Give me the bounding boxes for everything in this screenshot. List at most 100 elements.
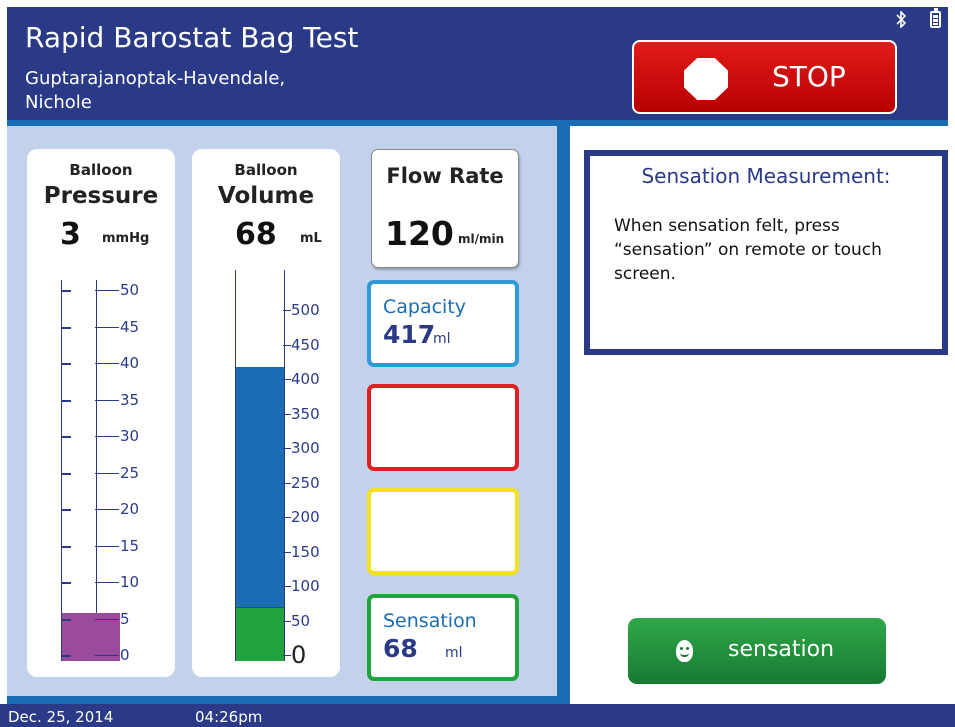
pressure-minor-tick: [61, 509, 71, 511]
capacity-label: Capacity: [383, 296, 467, 318]
volume-tick-label: 350: [291, 404, 320, 423]
patient-name-line1: Guptarajanoptak-Havendale,: [25, 68, 286, 89]
instructions-panel: Sensation Measurement: When sensation fe…: [584, 150, 948, 355]
pressure-minor-tick: [61, 655, 71, 657]
battery-icon: [930, 8, 941, 28]
volume-tick: [283, 310, 291, 311]
pressure-tick: [95, 472, 119, 474]
volume-tick: [283, 413, 291, 415]
pressure-tick-label: 25: [120, 463, 140, 482]
pressure-scale: [61, 280, 120, 661]
pressure-minor-tick: [61, 363, 71, 365]
volume-tick: [283, 482, 291, 484]
volume-tick: [283, 620, 291, 622]
sensation-unit: ml: [445, 645, 463, 661]
sensation-display: Sensation 68 ml: [367, 594, 519, 681]
patient-name: Guptarajanoptak-Havendale, Nichole: [25, 67, 355, 115]
bluetooth-icon: [895, 10, 907, 32]
volume-tick-label: 500: [291, 301, 320, 319]
pressure-minor-tick: [61, 472, 71, 475]
pressure-unit: mmHg: [102, 231, 150, 246]
pressure-tick-label: 45: [120, 317, 140, 336]
flow-rate-unit: ml/min: [458, 232, 505, 246]
footer-date: Dec. 25, 2014: [8, 708, 114, 726]
pressure-tick: [95, 290, 119, 291]
volume-tick: [283, 586, 291, 587]
sensation-label: Sensation: [383, 610, 477, 632]
volume-gauge-title: Volume: [217, 183, 315, 209]
volume-scale: [235, 270, 285, 661]
capacity-value: 417: [383, 320, 436, 349]
volume-tick-label: 250: [291, 473, 320, 492]
pressure-tick: [95, 545, 119, 547]
pressure-tick: [95, 582, 119, 583]
volume-tick-label: 300: [291, 439, 320, 457]
volume-value: 68: [235, 217, 277, 252]
pressure-gauge-title-small: Balloon: [69, 161, 133, 179]
patient-name-line2: Nichole: [25, 92, 92, 113]
sensation-value: 68: [383, 634, 418, 663]
pressure-tick-label: 5: [120, 609, 130, 628]
sensation-button-label: sensation: [728, 637, 835, 662]
pressure-minor-tick: [61, 326, 71, 329]
volume-tick: [283, 448, 291, 449]
pressure-minor-tick: [61, 545, 71, 548]
pressure-minor-tick: [61, 399, 71, 402]
sensation-button[interactable]: sensation: [628, 618, 886, 684]
volume-tick-label: 200: [291, 508, 320, 526]
pressure-tick: [95, 618, 119, 620]
pressure-value: 3: [60, 217, 81, 252]
stop-button[interactable]: STOP: [632, 40, 897, 114]
volume-tick-label: 150: [291, 542, 320, 561]
status-bar: Dec. 25, 2014 04:26pm: [0, 704, 955, 727]
volume-tick-label: 0: [291, 641, 307, 669]
pressure-tick: [95, 436, 119, 437]
pressure-tick-label: 50: [120, 281, 140, 299]
volume-sensation-marker: [236, 607, 284, 661]
pressure-tick-label: 10: [120, 573, 140, 591]
pressure-gauge: Balloon Pressure 3 mmHg 50 45 40 35 30 25 20 15…: [27, 149, 175, 677]
instructions-text: When sensation felt, press “sensation” o…: [614, 216, 882, 284]
pressure-tick-label: 15: [120, 536, 140, 555]
pressure-minor-tick: [61, 290, 71, 292]
volume-tick: [283, 517, 291, 518]
volume-gauge: Balloon Volume 68 mL 500 450 400 350 300 250 2…: [192, 149, 340, 677]
app-title: Rapid Barostat Bag Test: [25, 21, 359, 54]
flow-rate-value: 120: [385, 214, 454, 253]
stop-octagon-icon: [684, 58, 728, 100]
empty-red-measurement-box: [367, 384, 519, 471]
volume-tick-label: 400: [291, 370, 320, 388]
flow-rate-label: Flow Rate: [386, 164, 504, 188]
pressure-tick: [95, 655, 119, 656]
flow-rate-display: Flow Rate 120 ml/min: [371, 149, 519, 268]
volume-tick: [283, 379, 291, 380]
face-icon: [676, 640, 693, 662]
pressure-tick: [95, 509, 119, 510]
volume-tick-label: 100: [291, 577, 320, 595]
pressure-tick-label: 30: [120, 427, 140, 445]
pressure-minor-tick: [61, 582, 71, 584]
pressure-tick: [95, 399, 119, 401]
pressure-tick: [95, 363, 119, 364]
volume-gauge-title-small: Balloon: [234, 161, 298, 179]
footer-time: 04:26pm: [195, 708, 263, 726]
volume-tick: [283, 344, 291, 346]
pressure-minor-tick: [61, 618, 71, 621]
volume-unit: mL: [300, 231, 322, 246]
pressure-gauge-title: Pressure: [43, 183, 159, 209]
pressure-tick-label: 0: [120, 646, 130, 664]
instructions-title: Sensation Measurement:: [641, 164, 891, 188]
stop-button-label: STOP: [772, 60, 846, 93]
volume-tick-label: 50: [291, 611, 311, 630]
capacity-unit: ml: [433, 331, 451, 347]
pressure-tick-label: 20: [120, 500, 140, 518]
pressure-tick-label: 40: [120, 354, 140, 372]
pressure-minor-tick: [61, 436, 71, 438]
volume-tick: [283, 655, 291, 656]
volume-tick: [283, 551, 291, 553]
capacity-display: Capacity 417 ml: [367, 280, 519, 367]
empty-yellow-measurement-box: [367, 488, 519, 575]
volume-tick-label: 450: [291, 335, 320, 354]
pressure-tick: [95, 326, 119, 328]
pressure-tick-label: 35: [120, 390, 140, 409]
